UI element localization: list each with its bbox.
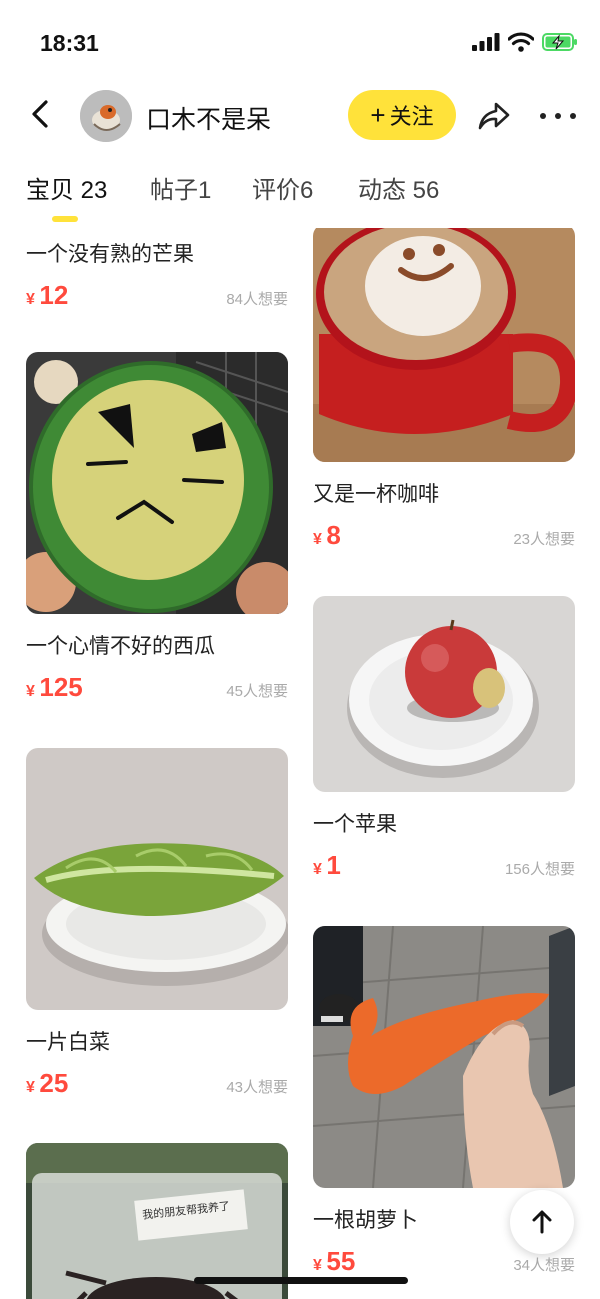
want-count: 23人想要 [513, 531, 575, 548]
coffee-image [313, 228, 575, 462]
product-title: 又是一杯咖啡 [313, 483, 439, 506]
product-title: 一个没有熟的芒果 [26, 243, 194, 266]
status-bar: 18:31 [0, 0, 600, 88]
product-image: 我的朋友帮我养了 [26, 1143, 288, 1299]
product-price: 125 [39, 672, 83, 702]
want-count: 156人想要 [504, 861, 575, 878]
follow-label: 关注 [389, 104, 434, 129]
carrot-image [313, 926, 575, 1188]
currency-symbol: ¥ [313, 1257, 322, 1274]
currency-symbol: ¥ [26, 291, 35, 308]
tab-items[interactable]: 宝贝 23 [26, 170, 107, 205]
tab-reviews[interactable]: 评价6 [252, 170, 313, 205]
more-dot-icon [540, 113, 546, 119]
want-count: 43人想要 [226, 1079, 288, 1096]
product-title: 一片白菜 [26, 1031, 110, 1054]
product-price: 25 [39, 1068, 69, 1098]
arrow-up-icon [532, 1210, 552, 1234]
shop-header: 口木不是呆 + 关注 [0, 88, 600, 144]
product-price: 8 [326, 520, 341, 550]
back-button[interactable] [26, 94, 58, 134]
product-card[interactable]: 一个心情不好的西瓜 ¥ 125 45人想要 [26, 352, 288, 712]
back-to-top-button[interactable] [510, 1190, 574, 1254]
more-dot-icon [570, 113, 576, 119]
signal-icon [472, 33, 500, 51]
currency-symbol: ¥ [26, 1079, 35, 1096]
battery-charging-icon [542, 33, 577, 51]
tab-label: 动态 [358, 177, 406, 204]
product-image [26, 352, 288, 614]
home-indicator[interactable] [194, 1277, 408, 1284]
price-row: ¥ 8 23人想要 [313, 520, 575, 560]
tab-count: 6 [300, 177, 314, 204]
watermelon-image [26, 352, 288, 614]
price-row: ¥ 12 84人想要 [26, 280, 288, 320]
product-price: 1 [326, 850, 341, 880]
product-title: 一个心情不好的西瓜 [26, 635, 215, 658]
product-card[interactable]: 我的朋友帮我养了 [26, 1143, 288, 1299]
product-image [313, 228, 575, 462]
tab-label: 宝贝 [26, 177, 74, 204]
price-row: ¥ 25 43人想要 [26, 1068, 288, 1108]
product-title: 一个苹果 [313, 813, 397, 836]
profile-tabs: 宝贝 23 帖子1 评价6 动态 56 [0, 170, 600, 226]
product-feed: 一个没有熟的芒果 ¥ 12 84人想要 一个心情不好的西瓜 ¥ 125 45人想… [0, 228, 600, 1299]
status-icons [472, 32, 578, 52]
product-image [313, 926, 575, 1188]
tab-count: 56 [412, 177, 440, 204]
plus-icon: + [370, 99, 386, 130]
product-card[interactable]: 一个没有熟的芒果 ¥ 12 84人想要 [26, 228, 288, 320]
tab-count: 1 [198, 177, 212, 204]
active-tab-indicator [52, 216, 78, 222]
want-count: 45人想要 [226, 683, 288, 700]
more-button[interactable] [540, 100, 576, 132]
apple-image [313, 596, 575, 792]
tab-activity[interactable]: 动态 56 [358, 170, 439, 205]
price-row: ¥ 125 45人想要 [26, 672, 288, 712]
currency-symbol: ¥ [313, 531, 322, 548]
want-count: 34人想要 [513, 1257, 575, 1274]
product-price: 55 [326, 1246, 356, 1276]
shop-name: 口木不是呆 [146, 106, 272, 134]
cabbage-image [26, 748, 288, 1010]
tab-label: 帖子 [150, 177, 198, 204]
currency-symbol: ¥ [26, 683, 35, 700]
product-image [26, 748, 288, 1010]
product-card[interactable]: 一个苹果 ¥ 1 156人想要 [313, 596, 575, 890]
tab-posts[interactable]: 帖子1 [150, 170, 211, 205]
want-count: 84人想要 [226, 291, 288, 308]
avatar[interactable] [80, 90, 132, 142]
share-button[interactable] [476, 98, 512, 134]
status-time: 18:31 [40, 30, 99, 56]
avatar-image [80, 90, 132, 142]
wifi-icon [508, 32, 534, 52]
follow-button[interactable]: + 关注 [348, 90, 456, 140]
product-image [313, 596, 575, 792]
product-price: 12 [39, 280, 69, 310]
tab-label: 评价 [252, 177, 300, 204]
product-card[interactable]: 又是一杯咖啡 ¥ 8 23人想要 [313, 228, 575, 560]
chevron-left-icon [32, 100, 48, 128]
tab-count: 23 [80, 177, 108, 204]
more-dot-icon [555, 113, 561, 119]
share-icon [478, 102, 510, 130]
product-card[interactable]: 一片白菜 ¥ 25 43人想要 [26, 748, 288, 1108]
price-row: ¥ 1 156人想要 [313, 850, 575, 890]
currency-symbol: ¥ [313, 861, 322, 878]
